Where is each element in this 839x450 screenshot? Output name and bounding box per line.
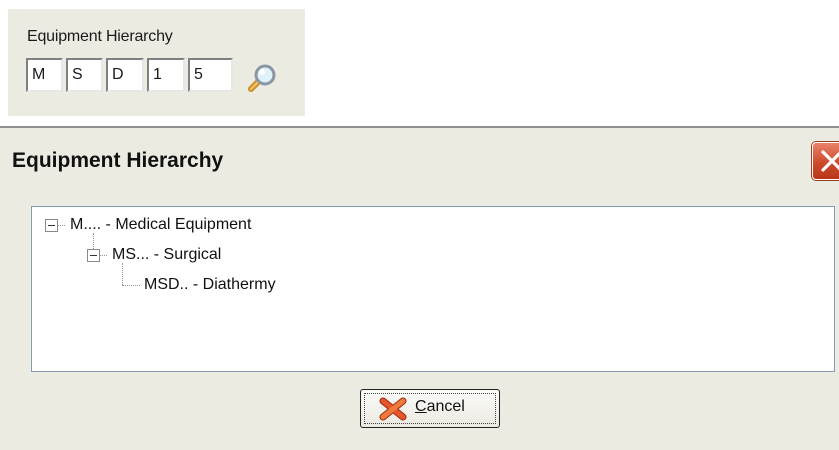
tree-node-diathermy[interactable]: MSD.. - Diathermy (144, 273, 276, 297)
close-button[interactable] (812, 142, 839, 180)
tree-connector (57, 225, 65, 226)
magnifier-icon (248, 64, 276, 92)
tree-connector (99, 255, 107, 256)
dialog-titlebar[interactable]: Equipment Hierarchy (0, 130, 839, 188)
cancel-mnemonic: C (415, 398, 427, 415)
cancel-button[interactable]: Cancel (360, 389, 500, 428)
equipment-hierarchy-dialog: Equipment Hierarchy M.... - Medical Equi… (0, 126, 839, 450)
segment-input-1[interactable]: M (26, 58, 63, 92)
tree-connector (122, 285, 140, 286)
equipment-hierarchy-field: Equipment Hierarchy M S D 1 5 (8, 9, 305, 116)
close-icon (821, 150, 839, 172)
segment-input-4[interactable]: 1 (147, 58, 185, 92)
cancel-x-icon (379, 397, 407, 421)
collapse-toggle-surgical[interactable] (87, 249, 100, 262)
lookup-button[interactable] (243, 61, 279, 97)
cancel-label: Cancel (415, 398, 465, 416)
field-label: Equipment Hierarchy (27, 28, 173, 45)
segment-input-2[interactable]: S (66, 58, 103, 92)
collapse-toggle-medical-equipment[interactable] (45, 219, 58, 232)
tree-node-surgical[interactable]: MS... - Surgical (112, 243, 221, 267)
segment-input-3[interactable]: D (106, 58, 144, 92)
hierarchy-tree[interactable]: M.... - Medical Equipment MS... - Surgic… (31, 206, 835, 372)
segment-input-5[interactable]: 5 (188, 58, 233, 92)
dialog-title: Equipment Hierarchy (12, 149, 224, 172)
cancel-label-rest: ancel (426, 398, 465, 415)
tree-node-medical-equipment[interactable]: M.... - Medical Equipment (70, 213, 251, 237)
